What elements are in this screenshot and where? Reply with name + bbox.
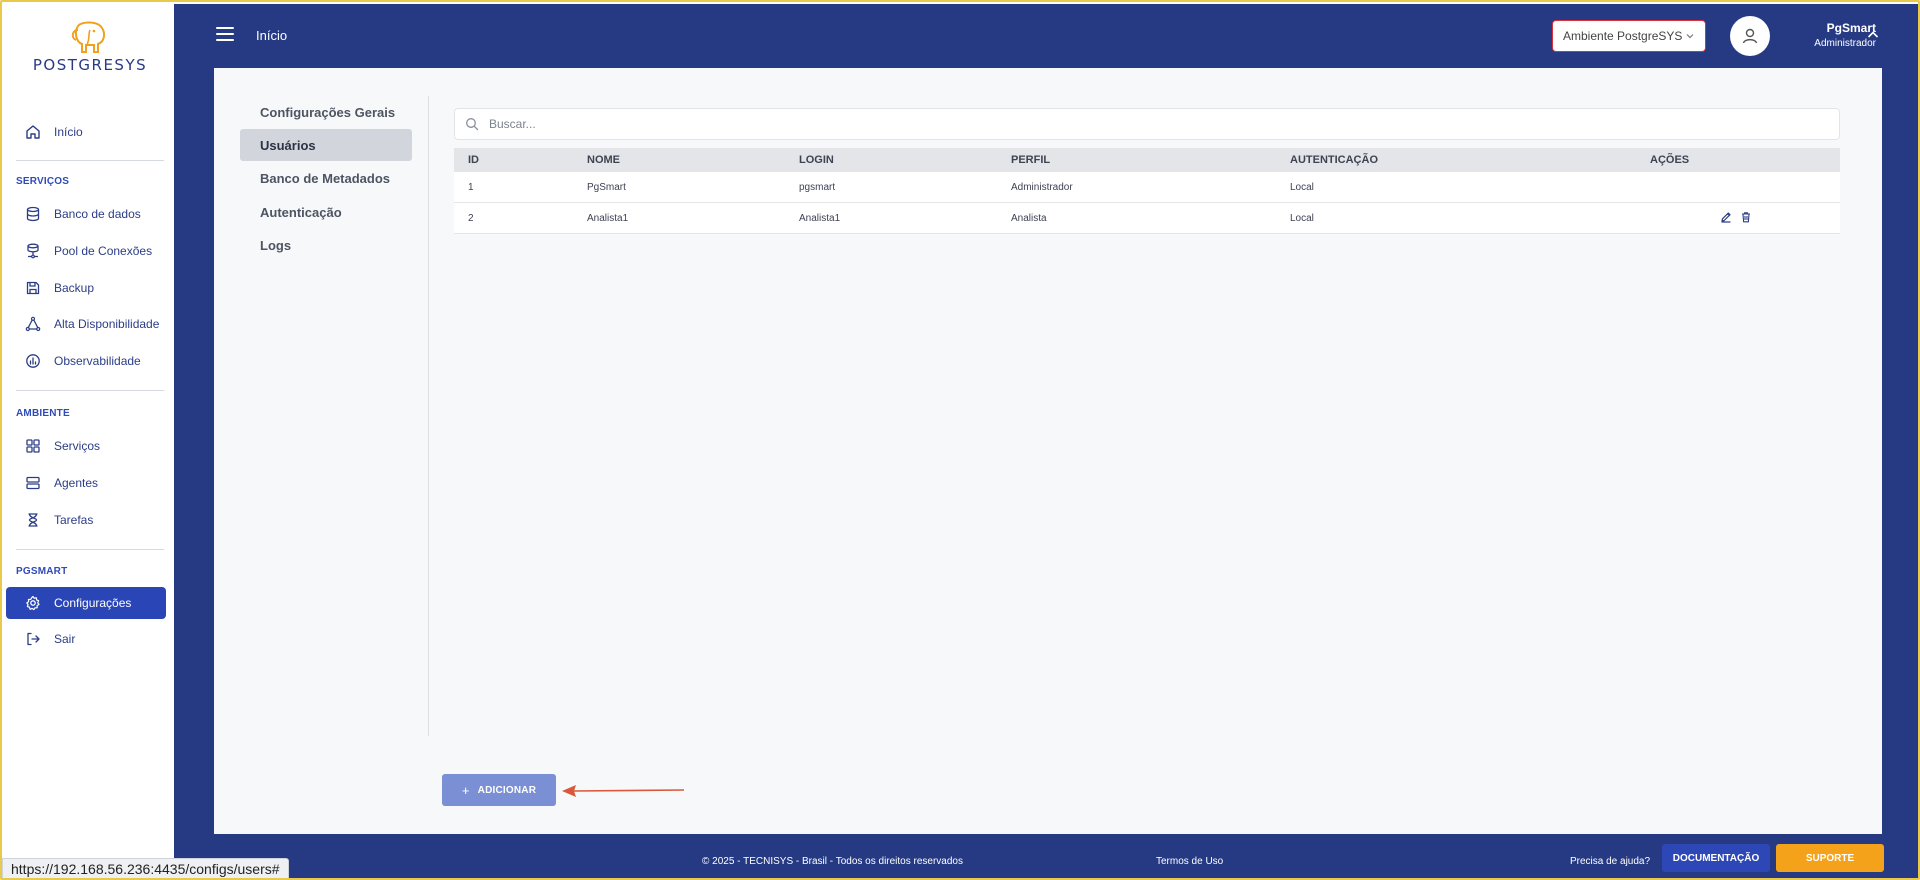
user-role: Administrador bbox=[1814, 38, 1876, 49]
cell-login: pgsmart bbox=[799, 181, 836, 193]
sidebar-item-backup[interactable]: Backup bbox=[6, 272, 166, 304]
environment-select-value: Ambiente PostgreSYS bbox=[1563, 29, 1683, 43]
sidebar-divider bbox=[16, 390, 164, 391]
support-button[interactable]: SUPORTE bbox=[1776, 844, 1884, 872]
sidebar-item-observability[interactable]: Observabilidade bbox=[6, 345, 166, 377]
save-icon bbox=[24, 279, 42, 297]
settings-nav-authentication[interactable]: Autenticação bbox=[240, 196, 412, 228]
cell-id: 1 bbox=[468, 181, 474, 193]
sidebar-item-high-availability[interactable]: Alta Disponibilidade bbox=[6, 308, 166, 340]
trash-icon[interactable] bbox=[1740, 211, 1752, 223]
terms-link[interactable]: Termos de Uso bbox=[1156, 856, 1223, 867]
logo-text: POSTGRESYS bbox=[32, 56, 148, 74]
search-box[interactable] bbox=[454, 108, 1840, 140]
sidebar-item-databases[interactable]: Banco de dados bbox=[6, 198, 166, 230]
cell-name: Analista1 bbox=[587, 212, 629, 224]
cell-profile: Administrador bbox=[1011, 181, 1073, 193]
cell-authentication: Local bbox=[1290, 181, 1314, 193]
sidebar-item-connection-pool[interactable]: Pool de Conexões bbox=[6, 235, 166, 267]
grid-icon bbox=[24, 437, 42, 455]
database-icon bbox=[24, 205, 42, 223]
column-header-login[interactable]: LOGIN bbox=[799, 154, 834, 166]
add-user-button[interactable]: + ADICIONAR bbox=[442, 774, 556, 806]
table-header: ID NOME LOGIN PERFIL AUTENTICAÇÃO AÇÕES bbox=[454, 148, 1840, 172]
top-bar: Início Ambiente PostgreSYS PgSmart Admin… bbox=[174, 4, 1918, 68]
breadcrumb: Início bbox=[256, 28, 288, 43]
footer-copyright: © 2025 - TECNISYS - Brasil - Todos os di… bbox=[702, 856, 963, 867]
menu-icon[interactable] bbox=[216, 27, 234, 41]
pool-icon bbox=[24, 242, 42, 260]
settings-nav-logs[interactable]: Logs bbox=[240, 229, 412, 261]
sidebar-item-label: Backup bbox=[54, 281, 95, 295]
column-header-id[interactable]: ID bbox=[468, 154, 479, 166]
home-icon bbox=[24, 123, 42, 141]
postgresys-logo: POSTGRESYS bbox=[18, 20, 162, 76]
sidebar-item-label: Sair bbox=[54, 632, 76, 646]
sidebar-item-label: Agentes bbox=[54, 476, 99, 490]
sidebar-item-tasks[interactable]: Tarefas bbox=[6, 504, 166, 536]
sidebar-item-label: Pool de Conexões bbox=[54, 244, 153, 258]
table-row[interactable]: 1 PgSmart pgsmart Administrador Local bbox=[454, 172, 1840, 203]
documentation-button[interactable]: DOCUMENTAÇÃO bbox=[1662, 844, 1770, 872]
cell-name: PgSmart bbox=[587, 181, 626, 193]
nav-divider bbox=[428, 96, 429, 736]
add-button-label: ADICIONAR bbox=[477, 784, 537, 796]
column-header-profile[interactable]: PERFIL bbox=[1011, 154, 1050, 166]
section-label-servicos: SERVIÇOS bbox=[16, 176, 70, 187]
sidebar-item-label: Observabilidade bbox=[54, 354, 141, 368]
search-icon bbox=[466, 118, 479, 131]
logout-icon bbox=[24, 630, 42, 648]
status-bar-url: https://192.168.56.236:4435/configs/user… bbox=[2, 858, 289, 878]
content-card: Configurações Gerais Usuários Banco de M… bbox=[214, 68, 1882, 834]
sidebar-item-label: Configurações bbox=[54, 596, 132, 610]
cell-login: Analista1 bbox=[799, 212, 841, 224]
settings-nav-metadata-db[interactable]: Banco de Metadados bbox=[240, 162, 412, 194]
chevron-up-icon[interactable] bbox=[1866, 28, 1880, 47]
main-area: Início Ambiente PostgreSYS PgSmart Admin… bbox=[174, 4, 1918, 878]
column-header-name[interactable]: NOME bbox=[587, 154, 620, 166]
edit-icon[interactable] bbox=[1720, 211, 1732, 223]
server-icon bbox=[24, 474, 42, 492]
sidebar-item-label: Alta Disponibilidade bbox=[54, 317, 160, 331]
search-input[interactable] bbox=[489, 117, 1789, 131]
sidebar-item-label: Início bbox=[54, 125, 83, 139]
user-name: PgSmart bbox=[1826, 21, 1876, 35]
sidebar: POSTGRESYS Início SERVIÇOS Banco de dado… bbox=[4, 4, 174, 878]
annotation-arrow-icon bbox=[562, 785, 685, 797]
sidebar-item-label: Tarefas bbox=[54, 513, 94, 527]
hourglass-icon bbox=[24, 511, 42, 529]
column-header-authentication[interactable]: AUTENTICAÇÃO bbox=[1290, 154, 1378, 166]
section-label-pgsmart: PGSMART bbox=[16, 566, 68, 577]
avatar[interactable] bbox=[1730, 16, 1770, 56]
sidebar-item-services[interactable]: Serviços bbox=[6, 430, 166, 462]
sidebar-divider bbox=[16, 549, 164, 550]
cell-profile: Analista bbox=[1011, 212, 1047, 224]
sidebar-divider bbox=[16, 160, 164, 161]
users-table: ID NOME LOGIN PERFIL AUTENTICAÇÃO AÇÕES … bbox=[454, 148, 1840, 234]
chevron-down-icon bbox=[1685, 30, 1695, 44]
settings-nav-users[interactable]: Usuários bbox=[240, 129, 412, 161]
sidebar-item-home[interactable]: Início bbox=[6, 116, 166, 148]
plus-icon: + bbox=[461, 782, 470, 798]
environment-select[interactable]: Ambiente PostgreSYS bbox=[1552, 20, 1706, 52]
settings-nav-general[interactable]: Configurações Gerais bbox=[240, 96, 412, 128]
user-icon bbox=[1742, 28, 1758, 44]
sidebar-item-label: Serviços bbox=[54, 439, 101, 453]
app-frame: POSTGRESYS Início SERVIÇOS Banco de dado… bbox=[0, 0, 1920, 880]
gear-icon bbox=[24, 594, 42, 612]
sidebar-item-label: Banco de dados bbox=[54, 207, 141, 221]
chart-circle-icon bbox=[24, 352, 42, 370]
sidebar-item-logout[interactable]: Sair bbox=[6, 623, 166, 655]
sidebar-item-agents[interactable]: Agentes bbox=[6, 467, 166, 499]
nodes-icon bbox=[24, 315, 42, 333]
sidebar-item-settings[interactable]: Configurações bbox=[6, 587, 166, 619]
row-actions bbox=[1720, 211, 1752, 223]
cell-id: 2 bbox=[468, 212, 474, 224]
column-header-actions: AÇÕES bbox=[1650, 154, 1690, 166]
elephant-logo-icon bbox=[71, 21, 106, 53]
help-text: Precisa de ajuda? bbox=[1570, 856, 1651, 867]
section-label-ambiente: AMBIENTE bbox=[16, 408, 70, 419]
cell-authentication: Local bbox=[1290, 212, 1314, 224]
table-row[interactable]: 2 Analista1 Analista1 Analista Local bbox=[454, 203, 1840, 234]
